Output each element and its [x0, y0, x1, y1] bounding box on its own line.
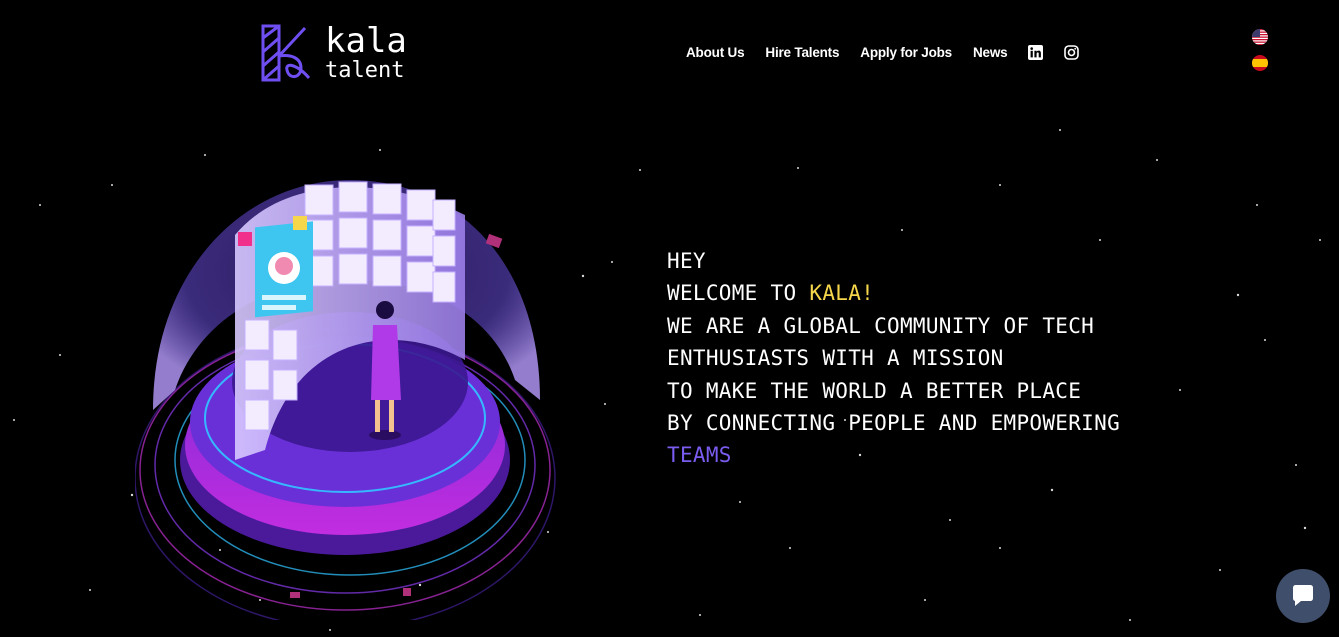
hero-line-community: WE ARE A GLOBAL COMMUNITY OF TECH: [667, 313, 1095, 338]
hero-illustration: [135, 180, 556, 620]
hero-welcome-prefix: WELCOME TO: [667, 281, 810, 306]
hero-line-mission: ENTHUSIASTS WITH A MISSION: [667, 346, 1004, 371]
language-switcher: [1252, 29, 1268, 81]
hero-brand-highlight: KALA!: [809, 281, 875, 306]
chat-bubble-icon: [1293, 585, 1313, 606]
hero-line-world: TO MAKE THE WORLD A BETTER PLACE: [667, 378, 1082, 403]
nav-link-about-us[interactable]: About Us: [686, 45, 745, 60]
kala-logo-mark-icon: [261, 24, 311, 82]
hero-line-teams: TEAMS: [667, 443, 732, 468]
nav-link-news[interactable]: News: [973, 45, 1008, 60]
linkedin-icon[interactable]: [1028, 45, 1044, 60]
brand-name-line1: kala: [325, 21, 407, 61]
instagram-icon[interactable]: [1064, 45, 1080, 60]
chat-button[interactable]: [1276, 569, 1330, 623]
brand-logo[interactable]: kala talent: [261, 24, 407, 82]
hero-line-greeting: HEY: [667, 249, 706, 273]
us-flag-icon[interactable]: [1252, 29, 1268, 45]
brand-name-line2: talent: [325, 58, 405, 83]
hero-line-welcome: WELCOME TO KALA!: [667, 277, 1120, 309]
brand-wordmark: kala talent: [325, 24, 407, 82]
main-navigation: About Us Hire Talents Apply for Jobs New…: [686, 45, 1100, 60]
nav-link-hire-talents[interactable]: Hire Talents: [765, 45, 839, 60]
nav-link-apply-for-jobs[interactable]: Apply for Jobs: [860, 45, 952, 60]
spain-flag-icon[interactable]: [1252, 55, 1268, 71]
hero-line-connecting: BY CONNECTING PEOPLE AND EMPOWERING: [667, 411, 1121, 436]
hero-welcome-text: HEY WELCOME TO KALA! WE ARE A GLOBAL COM…: [667, 245, 1120, 472]
